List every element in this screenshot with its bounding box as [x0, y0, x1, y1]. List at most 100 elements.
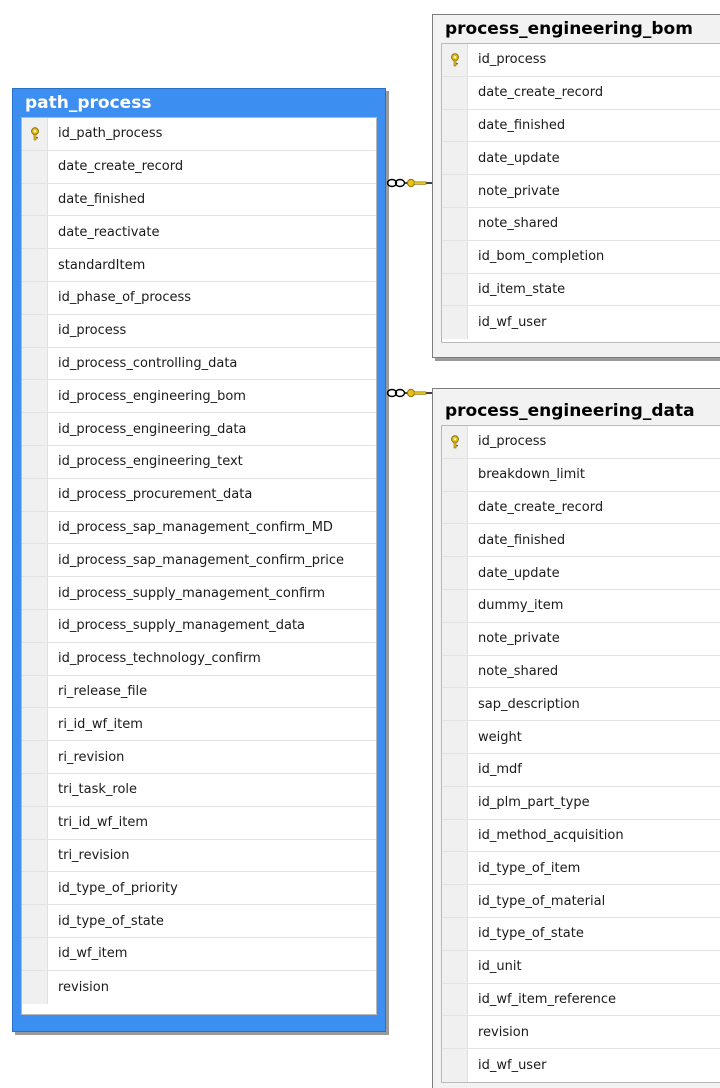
column-row[interactable]: ri_release_file: [22, 675, 376, 709]
column-row[interactable]: note_private: [442, 622, 720, 656]
row-selector: [22, 741, 48, 773]
column-row[interactable]: date_create_record: [22, 150, 376, 184]
column-row[interactable]: ri_revision: [22, 741, 376, 774]
row-selector: [442, 142, 468, 175]
column-row[interactable]: id_process_engineering_text: [22, 445, 376, 479]
column-row[interactable]: breakdown_limit: [442, 458, 720, 492]
row-selector: [442, 589, 468, 622]
column-row[interactable]: id_bom_completion: [442, 240, 720, 274]
column-row[interactable]: weight: [442, 721, 720, 754]
column-row[interactable]: ri_id_wf_item: [22, 708, 376, 742]
row-selector: [442, 917, 468, 950]
row-selector: [442, 819, 468, 852]
row-selector: [442, 175, 468, 207]
row-selector: [22, 380, 48, 413]
column-name: id_unit: [478, 959, 522, 975]
primary-key-icon: [442, 426, 468, 458]
column-row[interactable]: id_wf_item_reference: [442, 983, 720, 1017]
column-row[interactable]: date_finished: [442, 524, 720, 558]
row-selector: [22, 544, 48, 577]
column-row[interactable]: date_create_record: [442, 491, 720, 525]
column-row[interactable]: note_shared: [442, 655, 720, 689]
column-row[interactable]: id_wf_item: [22, 937, 376, 971]
column-name: tri_task_role: [58, 782, 138, 798]
column-row[interactable]: id_wf_user: [442, 306, 720, 340]
column-row[interactable]: id_type_of_state: [22, 905, 376, 938]
column-row[interactable]: id_unit: [442, 950, 720, 984]
row-selector: [442, 983, 468, 1016]
column-row[interactable]: date_reactivate: [22, 216, 376, 250]
table-process-engineering-bom[interactable]: process_engineering_bom id_process date_c…: [432, 14, 720, 358]
column-name: id_process_engineering_bom: [58, 388, 246, 404]
primary-key-icon: [22, 118, 48, 150]
column-row[interactable]: id_process_technology_confirm: [22, 642, 376, 676]
column-row[interactable]: id_type_of_item: [442, 852, 720, 886]
column-row[interactable]: date_update: [442, 557, 720, 590]
column-row[interactable]: id_phase_of_process: [22, 281, 376, 315]
column-name: date_finished: [478, 532, 566, 548]
column-row[interactable]: date_create_record: [442, 76, 720, 110]
table-path-process[interactable]: path_process id_path_process date_create_…: [12, 88, 386, 1032]
row-selector: [22, 872, 48, 905]
column-row[interactable]: id_process_supply_management_data: [22, 609, 376, 643]
column-name: id_process: [478, 52, 547, 68]
column-row[interactable]: date_finished: [442, 109, 720, 143]
column-row[interactable]: id_process: [442, 426, 720, 459]
column-name: id_method_acquisition: [478, 827, 624, 843]
column-row[interactable]: id_process_engineering_bom: [22, 380, 376, 414]
column-row[interactable]: tri_task_role: [22, 773, 376, 807]
column-row[interactable]: id_process_controlling_data: [22, 347, 376, 381]
column-name: id_process_procurement_data: [58, 487, 253, 503]
column-row[interactable]: standardItem: [22, 249, 376, 282]
row-selector: [442, 306, 468, 340]
row-selector: [22, 970, 48, 1004]
row-selector: [442, 109, 468, 142]
column-name: id_plm_part_type: [478, 795, 590, 811]
table-title-path-process: path_process: [25, 93, 152, 113]
column-row[interactable]: id_method_acquisition: [442, 819, 720, 853]
column-row[interactable]: id_item_state: [442, 273, 720, 307]
column-list-process-engineering-data: id_process breakdown_limit date_create_rec…: [441, 425, 720, 1083]
column-row[interactable]: id_path_process: [22, 118, 376, 151]
relationship-line-data[interactable]: [386, 386, 434, 400]
column-row[interactable]: revision: [22, 970, 376, 1004]
row-selector: [442, 753, 468, 786]
relationship-line-bom[interactable]: [386, 176, 434, 190]
column-row[interactable]: date_finished: [22, 183, 376, 217]
column-row[interactable]: note_shared: [442, 207, 720, 241]
row-selector: [442, 1016, 468, 1049]
row-selector: [22, 183, 48, 216]
column-row[interactable]: date_update: [442, 142, 720, 176]
column-row[interactable]: id_process: [22, 314, 376, 348]
row-selector: [22, 675, 48, 708]
column-name: id_type_of_material: [478, 893, 606, 909]
column-row[interactable]: id_type_of_state: [442, 917, 720, 951]
row-selector: [22, 642, 48, 675]
column-row[interactable]: sap_description: [442, 688, 720, 722]
table-process-engineering-data[interactable]: process_engineering_data id_process break…: [432, 388, 720, 1088]
table-title-process-engineering-bom: process_engineering_bom: [445, 19, 693, 39]
column-name: id_item_state: [478, 281, 566, 297]
column-row[interactable]: id_process_procurement_data: [22, 478, 376, 512]
column-row[interactable]: dummy_item: [442, 589, 720, 623]
column-row[interactable]: note_private: [442, 175, 720, 208]
column-name: tri_id_wf_item: [58, 815, 148, 831]
column-row[interactable]: id_process_engineering_data: [22, 413, 376, 446]
column-row[interactable]: id_wf_user: [442, 1049, 720, 1082]
column-row[interactable]: id_plm_part_type: [442, 786, 720, 820]
column-row[interactable]: id_process_sap_management_confirm_price: [22, 544, 376, 578]
column-row[interactable]: id_process_supply_management_confirm: [22, 577, 376, 610]
column-row[interactable]: id_process: [442, 44, 720, 77]
column-name: id_process_engineering_data: [58, 421, 247, 437]
row-selector: [22, 577, 48, 609]
column-row[interactable]: id_mdf: [442, 753, 720, 787]
column-row[interactable]: id_type_of_material: [442, 885, 720, 918]
column-row[interactable]: revision: [442, 1016, 720, 1050]
column-row[interactable]: tri_id_wf_item: [22, 806, 376, 840]
column-name: id_process_supply_management_data: [58, 618, 306, 634]
column-row[interactable]: id_process_sap_management_confirm_MD: [22, 511, 376, 545]
column-row[interactable]: id_type_of_priority: [22, 872, 376, 906]
row-selector: [442, 688, 468, 721]
row-selector: [442, 786, 468, 819]
column-row[interactable]: tri_revision: [22, 839, 376, 873]
